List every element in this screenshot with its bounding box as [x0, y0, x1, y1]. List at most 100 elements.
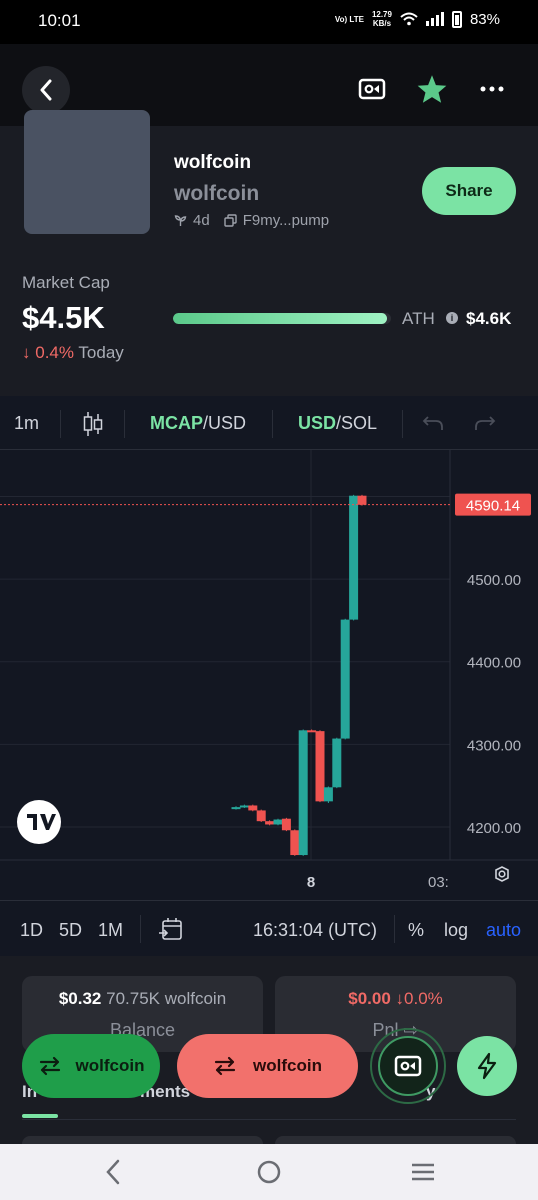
swap-icon [39, 1056, 60, 1076]
system-nav-bar [0, 1144, 538, 1200]
quick-trade-button[interactable] [457, 1036, 517, 1096]
candle-body [349, 495, 359, 620]
info-icon[interactable]: i [446, 312, 458, 324]
candle-body [265, 821, 275, 825]
nav-home-icon[interactable] [256, 1158, 282, 1186]
separator [402, 410, 403, 438]
candle-body [323, 787, 333, 802]
wifi-icon [400, 12, 418, 26]
candle-body [298, 730, 308, 856]
separator [272, 410, 273, 438]
candle-body [315, 731, 325, 802]
battery-icon [451, 10, 462, 28]
log-scale-toggle[interactable]: log [444, 920, 468, 941]
undo-icon[interactable] [422, 414, 444, 432]
candle-body [290, 830, 300, 856]
candle-body [307, 730, 317, 733]
token-meta: 4d F9my...pump [174, 212, 329, 229]
last-price-label: 4590.14 [466, 498, 520, 515]
y-tick-label: 4400.00 [467, 655, 521, 672]
buy-button[interactable]: wolfcoin [22, 1034, 160, 1098]
active-tab-indicator [22, 1114, 58, 1118]
chart-bottom-toolbar: 1D 5D 1M 16:31:04 (UTC) % log auto [0, 900, 538, 956]
ath-progress-fill [173, 313, 387, 324]
candle-body [357, 495, 367, 505]
status-icons: Vo) LTE 12.79 KB/s 83% [335, 10, 500, 28]
range-5d[interactable]: 5D [59, 920, 82, 941]
candle-body [340, 619, 350, 739]
share-button[interactable]: Share [422, 167, 516, 215]
candle-body [231, 807, 241, 810]
status-bar: 10:01 Vo) LTE 12.79 KB/s 83% [0, 0, 538, 44]
y-tick-label: 4200.00 [467, 820, 521, 837]
nav-recents-icon[interactable] [410, 1158, 436, 1186]
token-address[interactable]: F9my...pump [243, 212, 329, 229]
tradingview-logo-icon [17, 800, 61, 844]
chart-clock[interactable]: 16:31:04 (UTC) [253, 920, 377, 941]
currency-toggle[interactable]: USD/SOL [298, 413, 377, 434]
settings-icon-center [498, 870, 506, 878]
calendar-goto-icon[interactable] [158, 917, 184, 943]
chart-panel[interactable]: 1m MCAP/USD USD/SOL 4200.00 4300.00 4400.0… [0, 396, 538, 956]
market-cap-value: $4.5K [22, 300, 105, 335]
live-video-button[interactable] [370, 1028, 446, 1104]
sell-button[interactable]: wolfcoin [177, 1034, 358, 1098]
ath-value: $4.6K [466, 309, 512, 328]
candle-body [281, 818, 291, 831]
change-period: Today [78, 343, 124, 362]
network-speed: 12.79 KB/s [371, 10, 392, 28]
percent-scale-toggle[interactable]: % [408, 920, 424, 941]
separator [124, 410, 125, 438]
arrow-down-icon: ↓ [22, 343, 31, 362]
more-horizontal-icon [480, 86, 504, 92]
sell-label: wolfcoin [253, 1056, 322, 1075]
network-type: Vo) LTE [334, 14, 364, 24]
x-tick-label: 03: [428, 874, 449, 891]
market-cap-label: Market Cap [22, 273, 110, 292]
more-options-button[interactable] [474, 76, 510, 102]
candle-body [239, 805, 249, 808]
candle-body [248, 805, 258, 811]
y-tick-label: 4300.00 [467, 737, 521, 754]
x-tick-label: 8 [307, 874, 315, 891]
separator [394, 915, 395, 943]
nav-back-icon[interactable] [104, 1158, 122, 1186]
tab-divider [22, 1119, 516, 1120]
candle-body [332, 738, 342, 788]
video-button[interactable] [356, 73, 388, 105]
mcap-toggle[interactable]: MCAP/USD [150, 413, 246, 434]
favorite-button[interactable] [414, 72, 450, 106]
copy-icon[interactable] [223, 214, 237, 227]
swap-icon [214, 1056, 236, 1076]
price-chart[interactable]: 4200.00 4300.00 4400.00 4500.00 8 03: 4590.14 [0, 450, 538, 900]
token-symbol: wolfcoin [174, 182, 260, 205]
ath-label: ATH [402, 309, 435, 328]
separator [60, 410, 61, 438]
range-1d[interactable]: 1D [20, 920, 43, 941]
y-tick-label: 4500.00 [467, 572, 521, 589]
token-age: 4d [193, 212, 210, 229]
back-button[interactable] [22, 66, 70, 114]
signal-icon [425, 12, 444, 26]
interval-selector[interactable]: 1m [14, 413, 39, 434]
separator [140, 915, 141, 943]
settings-icon [495, 866, 509, 882]
sprout-icon [174, 215, 187, 226]
candle-body [273, 819, 283, 825]
buy-label: wolfcoin [75, 1056, 145, 1075]
candles-icon[interactable] [82, 410, 104, 438]
market-cap-change: ↓ 0.4% Today [22, 343, 124, 363]
lightning-icon [477, 1052, 497, 1080]
redo-icon[interactable] [474, 414, 496, 432]
live-video-inner [378, 1036, 438, 1096]
token-name: wolfcoin [174, 152, 252, 173]
range-1m[interactable]: 1M [98, 920, 123, 941]
battery-level: 83% [469, 10, 500, 28]
pnl-summary: $0.00 ↓0.0% [348, 989, 443, 1008]
clock: 10:01 [38, 11, 81, 30]
token-image [24, 110, 150, 234]
ath-progress-bar [173, 313, 391, 324]
star-icon [417, 75, 447, 103]
video-icon [394, 1055, 422, 1077]
auto-scale-toggle[interactable]: auto [486, 920, 521, 941]
